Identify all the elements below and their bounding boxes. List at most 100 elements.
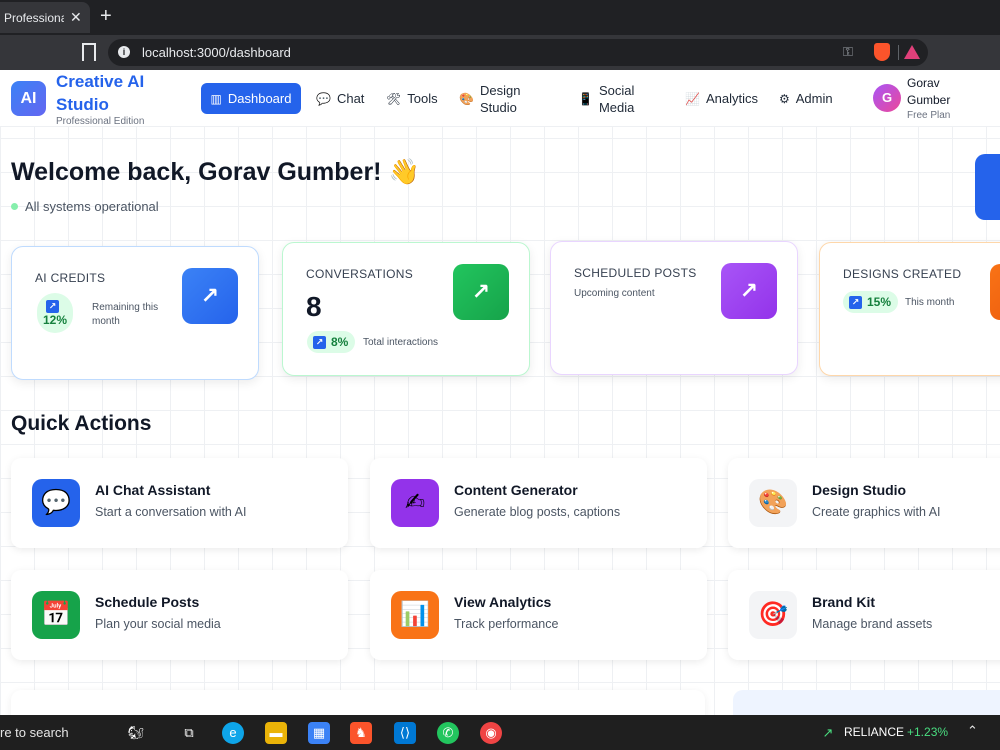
nav-chat[interactable]: 💬 Chat <box>316 91 364 106</box>
stat-card-designs-created[interactable]: DESIGNS CREATED ↗ ↗ 15% This month <box>819 242 1000 376</box>
action-desc: Manage brand assets <box>812 617 933 631</box>
action-design-studio[interactable]: 🎨 Design Studio Create graphics with AI <box>728 458 1000 548</box>
stat-pill: ↗ 8% <box>307 331 356 353</box>
bookmark-icon[interactable] <box>82 43 96 61</box>
action-desc: Create graphics with AI <box>812 505 941 519</box>
browser-tab-bar: Professional ✕ + <box>0 0 1000 35</box>
stat-card-ai-credits[interactable]: AI CREDITS ↗ ↗ 12% Remaining this month <box>11 246 259 380</box>
logo-icon[interactable]: AI <box>11 81 46 116</box>
app-viewport: AI Creative AI Studio Professional Editi… <box>0 70 1000 715</box>
file-explorer-icon[interactable]: ▬ <box>265 722 287 744</box>
stat-note: This month <box>905 297 955 308</box>
action-schedule-posts[interactable]: 📅 Schedule Posts Plan your social media <box>11 570 348 660</box>
chat-icon: 💬 <box>32 479 80 527</box>
stock-ticker[interactable]: RELIANCE <box>844 725 904 739</box>
brave-icon[interactable]: ♞ <box>350 722 372 744</box>
action-title: Design Studio <box>812 482 907 498</box>
welcome-heading: Welcome back, Gorav Gumber! 👋 <box>11 158 420 186</box>
status-indicator <box>11 203 18 210</box>
trend-icon: ↗ <box>849 295 862 309</box>
user-plan: Free Plan <box>907 110 951 121</box>
site-info-icon[interactable]: i <box>118 46 130 58</box>
nav-label: Design Studio <box>479 83 521 115</box>
stat-note: Remaining this month <box>92 302 159 327</box>
action-desc: Start a conversation with AI <box>95 505 247 519</box>
nav-analytics[interactable]: 📈 Analytics <box>685 91 758 106</box>
target-icon: 🎯 <box>749 591 797 639</box>
brave-rewards-icon[interactable] <box>904 45 920 59</box>
nav-label: Admin <box>795 91 833 106</box>
chat-bubble-icon: 💬 <box>316 91 331 106</box>
top-navbar: AI Creative AI Studio Professional Editi… <box>0 70 1000 127</box>
url-text[interactable]: localhost:3000/dashboard <box>142 45 291 60</box>
close-tab-icon[interactable]: ✕ <box>70 9 82 26</box>
action-view-analytics[interactable]: 📊 View Analytics Track performance <box>370 570 707 660</box>
trend-icon: ↗ <box>313 335 326 349</box>
chevron-up-icon[interactable]: ⌃ <box>967 723 978 739</box>
nav-label: Analytics <box>705 91 758 106</box>
action-title: Brand Kit <box>812 594 875 610</box>
action-ai-chat[interactable]: 💬 AI Chat Assistant Start a conversation… <box>11 458 348 548</box>
trend-up-icon: ↗ <box>990 264 1000 320</box>
stat-value: 8 <box>306 291 322 322</box>
avatar[interactable]: G <box>873 84 901 112</box>
bar-chart-icon: 📊 <box>391 591 439 639</box>
trend-up-icon: ↗ <box>721 263 777 319</box>
trend-up-icon: ↗ <box>453 264 509 320</box>
brand-title[interactable]: Creative AI Studio <box>56 70 166 116</box>
stat-label: SCHEDULED POSTS <box>574 266 697 280</box>
stat-label: DESIGNS CREATED <box>843 267 962 281</box>
stat-pill: ↗ 12% <box>37 293 74 333</box>
action-desc: Generate blog posts, captions <box>454 505 621 519</box>
nav-label: Dashboard <box>227 91 292 106</box>
status-text: All systems operational <box>25 199 159 214</box>
palette-icon: 🎨 <box>749 479 797 527</box>
browser-tab[interactable]: Professional ✕ <box>0 2 90 33</box>
stock-change: +1.23% <box>907 725 949 739</box>
tab-title: Professional <box>4 11 64 25</box>
task-view-icon[interactable]: ⧉ <box>178 722 200 744</box>
nav-tools[interactable]: 🛠 Tools <box>386 91 438 106</box>
nav-label: Tools <box>407 91 438 106</box>
trend-icon: ↗ <box>46 299 60 313</box>
whatsapp-icon[interactable]: ✆ <box>437 722 459 744</box>
store-icon[interactable]: ▦ <box>308 722 330 744</box>
nav-social-media[interactable]: 📱 Social Media <box>578 82 650 116</box>
omnibox[interactable]: i localhost:3000/dashboard ⚿ <box>108 39 928 66</box>
stat-note: Upcoming content <box>574 288 655 299</box>
phone-icon: 📱 <box>578 91 593 106</box>
windows-taskbar: re to search 🐿 ⧉ e ▬ ▦ ♞ ⟨⟩ ✆ ◉ ↗ RELIAN… <box>0 715 1000 750</box>
vscode-icon[interactable]: ⟨⟩ <box>394 722 416 744</box>
nav-design-studio[interactable]: 🎨 Design Studio <box>459 82 539 116</box>
key-icon[interactable]: ⚿ <box>843 44 853 60</box>
action-content-generator[interactable]: ✍ Content Generator Generate blog posts,… <box>370 458 707 548</box>
user-name[interactable]: Gorav Gumber <box>907 75 967 109</box>
pencil-icon: ✍ <box>391 479 439 527</box>
stat-label: CONVERSATIONS <box>306 267 414 281</box>
new-tab-button[interactable]: + <box>100 5 112 28</box>
section-title: Quick Actions <box>11 412 152 435</box>
brave-shields-icon[interactable] <box>874 43 890 61</box>
squirrel-widget-icon[interactable]: 🐿 <box>108 722 164 744</box>
nav-admin[interactable]: ⚙ Admin <box>779 91 833 106</box>
action-button[interactable] <box>975 154 1000 220</box>
taskbar-search[interactable]: re to search <box>0 725 69 740</box>
nav-label: Chat <box>336 91 365 106</box>
address-bar: i localhost:3000/dashboard ⚿ <box>0 35 1000 70</box>
edge-icon[interactable]: e <box>222 722 244 744</box>
action-brand-kit[interactable]: 🎯 Brand Kit Manage brand assets <box>728 570 1000 660</box>
tools-icon: 🛠 <box>386 91 402 106</box>
stat-card-scheduled-posts[interactable]: SCHEDULED POSTS ↗ Upcoming content <box>550 241 798 375</box>
nav-label: Social Media <box>598 83 635 115</box>
brand-subtitle: Professional Edition <box>56 116 145 127</box>
chart-icon: 📈 <box>685 91 700 106</box>
action-desc: Plan your social media <box>95 617 221 631</box>
action-title: Content Generator <box>454 482 578 498</box>
divider <box>898 45 899 60</box>
stock-trend-icon: ↗ <box>822 725 834 740</box>
action-desc: Track performance <box>454 617 559 631</box>
action-title: AI Chat Assistant <box>95 482 211 498</box>
chrome-icon[interactable]: ◉ <box>480 722 502 744</box>
nav-dashboard[interactable]: ▥ Dashboard <box>201 83 301 114</box>
stat-card-conversations[interactable]: CONVERSATIONS ↗ 8 ↗ 8% Total interaction… <box>282 242 530 376</box>
